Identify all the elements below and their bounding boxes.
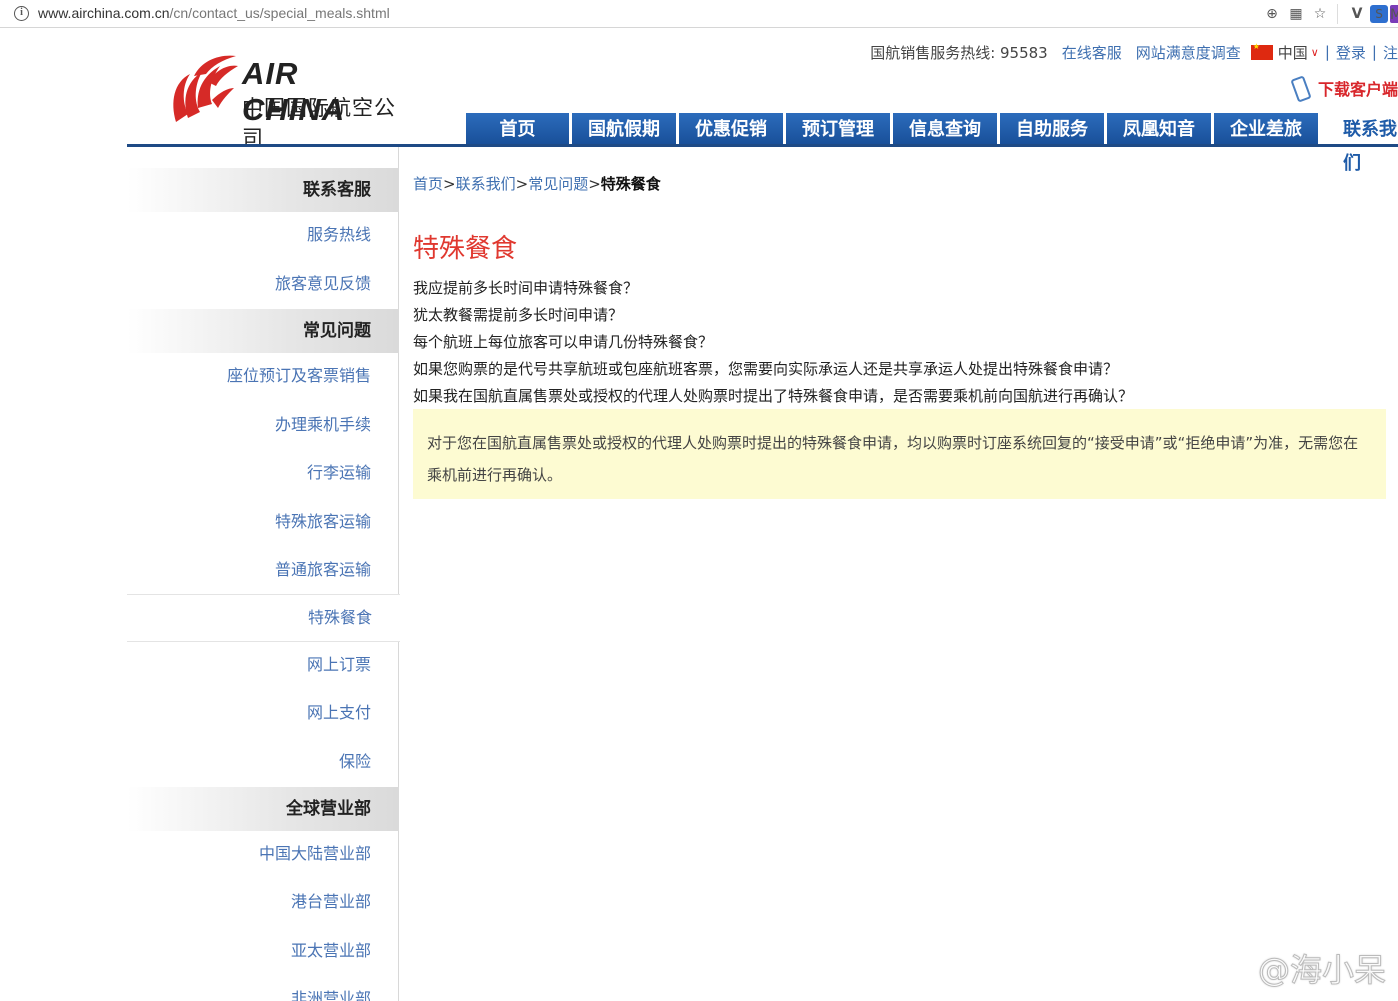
- divider: |: [1324, 43, 1330, 61]
- phone-icon: [1290, 74, 1312, 103]
- sidebar-item-online-payment[interactable]: 网上支付: [127, 698, 399, 728]
- sidebar-item-asia-pacific-offices[interactable]: 亚太营业部: [127, 936, 399, 966]
- qr-icon[interactable]: ▦: [1285, 4, 1307, 24]
- phoenix-logo-icon: [173, 55, 238, 122]
- breadcrumb: 首页>联系我们>常见问题>特殊餐食: [413, 173, 661, 194]
- sidebar-item-feedback[interactable]: 旅客意见反馈: [127, 269, 399, 299]
- breadcrumb-current: 特殊餐食: [600, 175, 661, 193]
- url-path: /cn/contact_us/special_meals.shtml: [169, 5, 390, 21]
- nav-corporate-travel[interactable]: 企业差旅: [1214, 113, 1318, 147]
- china-flag-icon: [1250, 42, 1273, 60]
- nav-promotions[interactable]: 优惠促销: [679, 113, 783, 147]
- breadcrumb-home[interactable]: 首页: [413, 175, 443, 193]
- faq-question[interactable]: 我应提前多长时间申请特殊餐食？: [413, 276, 1133, 303]
- extension-s-icon[interactable]: S: [1370, 5, 1388, 23]
- browser-toolbar: ⊕ ▦ ☆ V S M: [1259, 3, 1398, 25]
- sidebar-item-insurance[interactable]: 保险: [127, 747, 399, 777]
- nav-holidays[interactable]: 国航假期: [572, 113, 676, 147]
- url-domain: www.airchina.com.cn: [38, 5, 170, 21]
- toolbar-divider: [1337, 4, 1338, 24]
- sidebar-item-special-meals[interactable]: 特殊餐食: [127, 594, 400, 642]
- air-china-logo[interactable]: AIR CHINA 中国国际航空公司: [168, 52, 398, 150]
- top-utility-bar: 国航销售服务热线: 95583 在线客服 网站满意度调查 中国 ∨ | 登录 |…: [870, 42, 1398, 62]
- zoom-icon[interactable]: ⊕: [1261, 4, 1283, 24]
- sidebar-section-contact: 联系客服: [127, 168, 399, 212]
- breadcrumb-separator: >: [443, 175, 456, 193]
- breadcrumb-separator: >: [515, 175, 529, 193]
- faq-answer: 对于您在国航直属售票处或授权的代理人处购票时提出的特殊餐食申请，均以购票时订座系…: [413, 409, 1386, 499]
- breadcrumb-faq[interactable]: 常见问题: [528, 175, 588, 193]
- weibo-watermark: @海小呆: [1257, 951, 1386, 990]
- nav-contact-us[interactable]: 联系我们: [1321, 113, 1398, 174]
- main-nav: 首页 国航假期 优惠促销 预订管理 信息查询 自助服务 凤凰知音 企业差旅 联系…: [466, 113, 1398, 174]
- page-title: 特殊餐食: [413, 234, 518, 264]
- sidebar-section-global-offices: 全球营业部: [127, 787, 399, 831]
- sidebar-item-hotline[interactable]: 服务热线: [127, 220, 399, 250]
- login-link[interactable]: 登录: [1336, 42, 1366, 63]
- extension-m-icon[interactable]: M: [1390, 5, 1398, 23]
- sidebar-item-online-booking[interactable]: 网上订票: [127, 650, 399, 680]
- sidebar-section-faq: 常见问题: [127, 309, 399, 353]
- sidebar: 联系客服 服务热线 旅客意见反馈 常见问题 座位预订及客票销售 办理乘机手续 行…: [127, 147, 400, 1001]
- sidebar-item-check-in[interactable]: 办理乘机手续: [127, 410, 399, 440]
- nav-self-service[interactable]: 自助服务: [1000, 113, 1104, 147]
- chevron-down-icon[interactable]: ∨: [1311, 46, 1319, 59]
- faq-question[interactable]: 每个航班上每位旅客可以申请几份特殊餐食？: [413, 330, 1133, 357]
- sidebar-item-special-passengers[interactable]: 特殊旅客运输: [127, 507, 399, 537]
- region-selector[interactable]: 中国: [1278, 42, 1308, 63]
- nav-home[interactable]: 首页: [466, 113, 569, 147]
- star-icon[interactable]: ☆: [1309, 4, 1331, 24]
- online-service-link[interactable]: 在线客服: [1062, 42, 1122, 63]
- divider: |: [1371, 43, 1377, 61]
- download-app-label: 下载客户端: [1317, 80, 1398, 99]
- satisfaction-survey-link[interactable]: 网站满意度调查: [1136, 42, 1241, 63]
- breadcrumb-contact[interactable]: 联系我们: [456, 175, 516, 193]
- sidebar-item-mainland-offices[interactable]: 中国大陆营业部: [127, 839, 399, 869]
- breadcrumb-separator: >: [588, 175, 601, 193]
- faq-question[interactable]: 如果我在国航直属售票处或授权的代理人处购票时提出了特殊餐食申请，是否需要乘机前向…: [413, 384, 1133, 411]
- url-text[interactable]: www.airchina.com.cn/cn/contact_us/specia…: [38, 5, 390, 21]
- faq-question[interactable]: 如果您购票的是代号共享航班或包座航班客票，您需要向实际承运人还是共享承运人处提出…: [413, 357, 1133, 384]
- question-list: 我应提前多长时间申请特殊餐食？ 犹太教餐需提前多长时间申请？ 每个航班上每位旅客…: [413, 276, 1133, 411]
- nav-info-query[interactable]: 信息查询: [893, 113, 997, 147]
- faq-question[interactable]: 犹太教餐需提前多长时间申请？: [413, 303, 1133, 330]
- sidebar-item-seat-booking[interactable]: 座位预订及客票销售: [127, 361, 399, 391]
- nav-phoenix-miles[interactable]: 凤凰知音: [1107, 113, 1211, 147]
- register-link[interactable]: 注: [1383, 42, 1398, 63]
- sales-hotline: 国航销售服务热线: 95583: [870, 43, 1048, 62]
- sidebar-item-hk-tw-offices[interactable]: 港台营业部: [127, 887, 399, 917]
- sidebar-item-baggage[interactable]: 行李运输: [127, 458, 399, 488]
- sidebar-item-africa-offices[interactable]: 非洲营业部: [127, 984, 399, 1001]
- logo-chinese: 中国国际航空公司: [242, 96, 396, 150]
- nav-booking-management[interactable]: 预订管理: [786, 113, 890, 147]
- extension-v-icon[interactable]: V: [1346, 4, 1368, 24]
- sidebar-item-regular-passengers[interactable]: 普通旅客运输: [127, 555, 399, 585]
- download-app-link[interactable]: 下载客户端: [1290, 74, 1398, 103]
- info-icon[interactable]: i: [14, 6, 29, 21]
- browser-address-bar[interactable]: i www.airchina.com.cn/cn/contact_us/spec…: [0, 0, 1398, 28]
